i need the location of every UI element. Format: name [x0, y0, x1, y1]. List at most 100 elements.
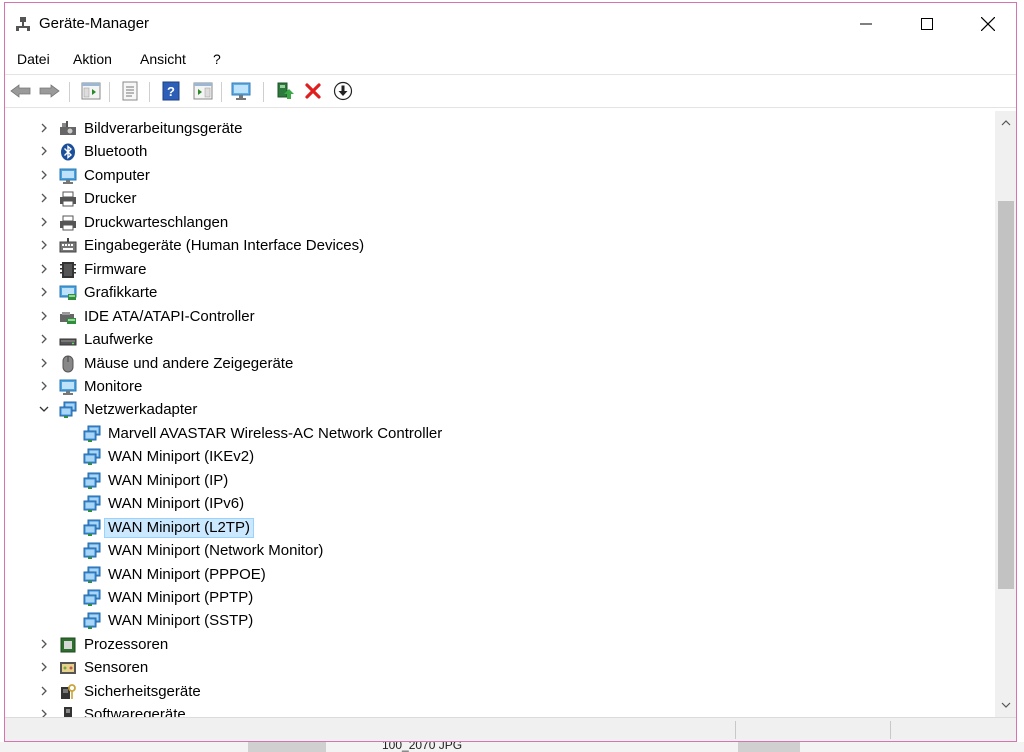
- title-bar[interactable]: Geräte-Manager: [5, 3, 1016, 45]
- tree-device[interactable]: WAN Miniport (L2TP): [5, 516, 995, 539]
- tree-category[interactable]: Prozessoren: [5, 633, 995, 656]
- chevron-right-icon[interactable]: [37, 707, 51, 717]
- tree-item-label: Laufwerke: [84, 331, 154, 349]
- disable-device-button[interactable]: [331, 79, 355, 103]
- menu-aktion[interactable]: Aktion: [73, 51, 112, 67]
- network-adapter-icon: [83, 566, 101, 584]
- chevron-right-icon[interactable]: [37, 356, 51, 370]
- tree-item-label: WAN Miniport (PPPOE): [108, 565, 266, 583]
- update-driver-button[interactable]: [273, 79, 297, 103]
- chevron-right-icon[interactable]: [37, 215, 51, 229]
- tree-category[interactable]: Druckwarteschlangen: [5, 211, 995, 234]
- chevron-right-icon[interactable]: [37, 121, 51, 135]
- show-hide-action-pane-button[interactable]: [191, 79, 215, 103]
- tree-category[interactable]: Laufwerke: [5, 328, 995, 351]
- vertical-scrollbar[interactable]: [995, 111, 1016, 717]
- tree-item-label: Sensoren: [84, 659, 149, 677]
- action-pane-icon: [193, 82, 213, 100]
- tree-device[interactable]: WAN Miniport (SSTP): [5, 609, 995, 632]
- forward-button[interactable]: [37, 79, 61, 103]
- bluetooth-icon: [59, 143, 77, 161]
- disk-drive-icon: [59, 331, 77, 349]
- properties-icon: [122, 81, 138, 101]
- chevron-right-icon[interactable]: [37, 660, 51, 674]
- chevron-right-icon[interactable]: [37, 238, 51, 252]
- tree-category[interactable]: Firmware: [5, 258, 995, 281]
- tree-item-label: WAN Miniport (PPTP): [108, 589, 254, 606]
- tree-item-label: WAN Miniport (IKEv2): [108, 448, 255, 466]
- tree-device[interactable]: WAN Miniport (Network Monitor): [5, 539, 995, 562]
- toolbar: ?: [5, 74, 1016, 108]
- tree-device[interactable]: WAN Miniport (IP): [5, 469, 995, 492]
- forward-icon: [39, 84, 60, 98]
- help-icon: ?: [162, 81, 180, 101]
- menu-datei[interactable]: Datei: [17, 51, 50, 67]
- chevron-right-icon[interactable]: [37, 637, 51, 651]
- tree-category[interactable]: Bildverarbeitungsgeräte: [5, 117, 995, 140]
- tree-category[interactable]: Sensoren: [5, 656, 995, 679]
- chevron-right-icon[interactable]: [37, 684, 51, 698]
- printer-icon: [59, 190, 77, 208]
- network-adapter-icon: [83, 448, 101, 466]
- mouse-icon: [59, 355, 77, 373]
- download-circle-icon: [333, 81, 353, 101]
- scroll-thumb[interactable]: [998, 201, 1014, 589]
- chevron-right-icon[interactable]: [37, 309, 51, 323]
- tree-category[interactable]: Bluetooth: [5, 140, 995, 163]
- tree-device[interactable]: WAN Miniport (PPPOE): [5, 563, 995, 586]
- print-queue-icon: [59, 214, 77, 232]
- scroll-up-button[interactable]: [995, 113, 1016, 133]
- chevron-right-icon[interactable]: [37, 191, 51, 205]
- back-button[interactable]: [9, 79, 33, 103]
- tree-device[interactable]: WAN Miniport (PPTP): [5, 586, 995, 609]
- tree-device[interactable]: WAN Miniport (IPv6): [5, 492, 995, 515]
- tree-item-label: IDE ATA/ATAPI-Controller: [84, 307, 255, 325]
- tree-device[interactable]: Marvell AVASTAR Wireless-AC Network Cont…: [5, 422, 995, 445]
- maximize-button[interactable]: [904, 3, 950, 45]
- tree-category[interactable]: Sicherheitsgeräte: [5, 680, 995, 703]
- tree-category[interactable]: Drucker: [5, 187, 995, 210]
- help-button[interactable]: ?: [159, 79, 183, 103]
- chevron-right-icon[interactable]: [37, 285, 51, 299]
- tree-item-label: Softwaregeräte: [84, 706, 186, 717]
- menu-ansicht[interactable]: Ansicht: [140, 51, 186, 67]
- scroll-down-button[interactable]: [995, 695, 1016, 715]
- back-icon: [10, 84, 31, 98]
- menu-bar: Datei Aktion Ansicht ?: [5, 47, 1016, 71]
- chevron-down-icon[interactable]: [37, 402, 51, 416]
- tree-item-label: Computer: [84, 166, 150, 184]
- tree-item-label: Firmware: [84, 260, 147, 278]
- chevron-right-icon[interactable]: [37, 168, 51, 182]
- chevron-up-icon: [1001, 120, 1011, 126]
- tree-item-label: Bildverarbeitungsgeräte: [84, 120, 243, 137]
- menu-help[interactable]: ?: [213, 51, 221, 67]
- minimize-button[interactable]: [843, 3, 889, 45]
- scan-hardware-button[interactable]: [229, 79, 253, 103]
- update-driver-icon: [277, 82, 294, 99]
- camera-icon: [59, 120, 77, 138]
- properties-button[interactable]: [118, 79, 142, 103]
- minimize-icon: [860, 23, 872, 25]
- tree-device[interactable]: WAN Miniport (IKEv2): [5, 445, 995, 468]
- tree-item-label: Marvell AVASTAR Wireless-AC Network Cont…: [108, 424, 443, 442]
- tree-category[interactable]: IDE ATA/ATAPI-Controller: [5, 305, 995, 328]
- tree-category[interactable]: Grafikkarte: [5, 281, 995, 304]
- tree-category[interactable]: Mäuse und andere Zeigegeräte: [5, 352, 995, 375]
- tree-category[interactable]: Monitore: [5, 375, 995, 398]
- chevron-right-icon[interactable]: [37, 379, 51, 393]
- close-button[interactable]: [965, 3, 1011, 45]
- console-tree-button[interactable]: [79, 79, 103, 103]
- scan-hardware-icon: [231, 82, 251, 100]
- network-adapter-icon: [83, 472, 101, 490]
- tree-item-label: WAN Miniport (IP): [108, 471, 229, 489]
- tree-item-label: Druckwarteschlangen: [84, 213, 229, 231]
- uninstall-button[interactable]: [301, 79, 325, 103]
- chevron-right-icon[interactable]: [37, 262, 51, 276]
- tree-category[interactable]: Computer: [5, 164, 995, 187]
- chevron-right-icon[interactable]: [37, 144, 51, 158]
- tree-category[interactable]: Softwaregeräte: [5, 703, 995, 717]
- tree-category[interactable]: Netzwerkadapter: [5, 398, 995, 421]
- tree-category[interactable]: Eingabegeräte (Human Interface Devices): [5, 234, 995, 257]
- background-window-edge: [1018, 0, 1024, 752]
- chevron-right-icon[interactable]: [37, 332, 51, 346]
